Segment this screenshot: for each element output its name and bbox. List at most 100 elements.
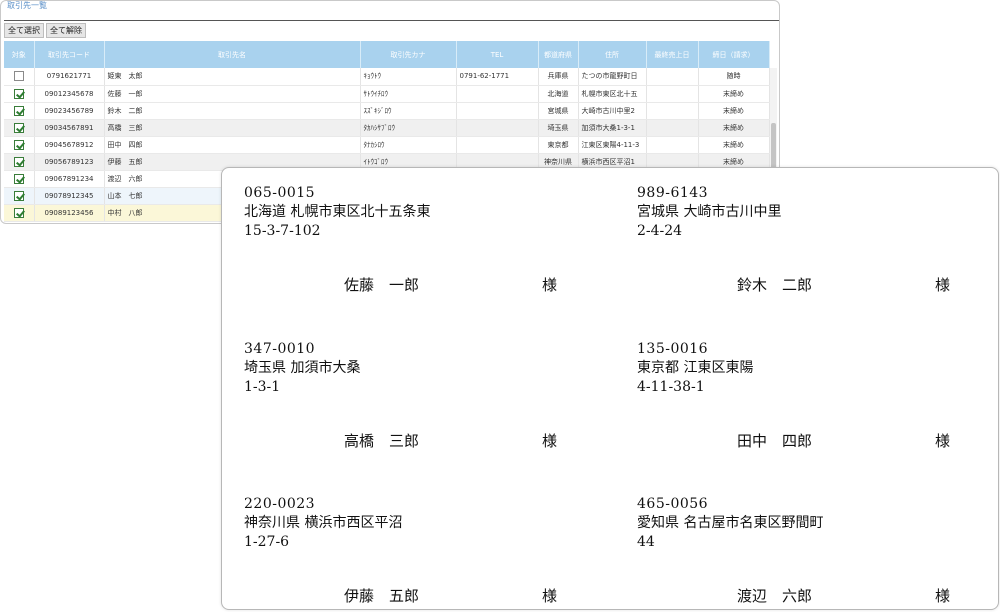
address-label: 465-0056 愛知県 名古屋市名東区野間町 44 渡辺 六郎 様 — [637, 495, 967, 605]
column-header-tel[interactable]: TEL — [456, 41, 539, 68]
recipient-name: 鈴木 二郎 — [737, 276, 813, 294]
honorific: 様 — [542, 276, 558, 294]
cell-code: 09023456789 — [34, 102, 105, 120]
cell-name: 鈴木 二郎 — [104, 102, 361, 120]
recipient-name: 田中 四郎 — [737, 432, 813, 450]
cell-kana: ﾀﾅｶｼﾛｳ — [360, 136, 457, 154]
recipient-name: 高橋 三郎 — [344, 432, 420, 450]
cell-last-sale — [646, 102, 699, 120]
cell-closing: 末締め — [698, 85, 770, 103]
column-header-name[interactable]: 取引先名 — [104, 41, 361, 68]
cell-closing: 末締め — [698, 119, 770, 137]
target-checkbox[interactable] — [13, 207, 24, 218]
table-row[interactable]: 09012345678 佐藤 一郎 ｻﾄｳｲﾁﾛｳ 北海道 札幌市東区北十五 末締め — [4, 85, 770, 103]
postal-code: 465-0056 — [637, 496, 709, 512]
recipient-name: 佐藤 一郎 — [344, 276, 420, 294]
column-header-closing[interactable]: 締日（請求） — [698, 41, 770, 68]
cell-address: 札幌市東区北十五 — [578, 85, 647, 103]
target-checkbox[interactable] — [13, 173, 24, 184]
cell-tel — [456, 102, 539, 120]
cell-name: 高橋 三郎 — [104, 119, 361, 137]
column-header-code[interactable]: 取引先コード — [34, 41, 105, 68]
cell-address: 江東区東陽4-11-3 — [578, 136, 647, 154]
honorific: 様 — [542, 432, 558, 450]
cell-prefecture: 北海道 — [538, 85, 579, 103]
honorific: 様 — [935, 432, 951, 450]
postal-code: 347-0010 — [244, 341, 316, 357]
postal-code: 989-6143 — [637, 185, 709, 201]
target-checkbox[interactable] — [13, 122, 24, 133]
address-line-1: 北海道 札幌市東区北十五条東 — [244, 204, 431, 220]
table-row[interactable]: 0791621771 姫東 太郎 ｷｮｳﾄｳ 0791-62-1771 兵庫県 たつの市龍… — [4, 68, 770, 86]
postal-code: 220-0023 — [244, 496, 316, 512]
cell-tel — [456, 85, 539, 103]
cell-prefecture: 兵庫県 — [538, 68, 579, 86]
postal-code: 065-0015 — [244, 185, 316, 201]
address-line-2: 4-11-38-1 — [637, 379, 705, 395]
cell-name: 姫東 太郎 — [104, 68, 361, 86]
address-line-2: 1-3-1 — [244, 379, 281, 395]
target-cell — [4, 170, 35, 188]
address-line-1: 宮城県 大崎市古川中里 — [637, 204, 782, 220]
recipient-name: 伊藤 五郎 — [344, 587, 420, 605]
table-row[interactable]: 09045678912 田中 四郎 ﾀﾅｶｼﾛｳ 東京都 江東区東陽4-11-3 末締め — [4, 136, 770, 154]
cell-tel — [456, 119, 539, 137]
recipient-name: 渡辺 六郎 — [737, 587, 813, 605]
target-cell — [4, 204, 35, 222]
target-checkbox[interactable] — [13, 190, 24, 201]
select-all-button[interactable]: 全て選択 — [4, 23, 44, 38]
honorific: 様 — [935, 276, 951, 294]
cell-tel — [456, 136, 539, 154]
table-header-row: 対象 取引先コード 取引先名 取引先カナ TEL 都道府県 住所 最終売上日 締… — [4, 41, 770, 68]
column-header-target[interactable]: 対象 — [4, 41, 35, 68]
target-checkbox[interactable] — [13, 105, 24, 116]
target-cell — [4, 102, 35, 120]
window-title: 取引先一覧 — [7, 1, 47, 10]
column-header-address[interactable]: 住所 — [578, 41, 647, 68]
cell-last-sale — [646, 85, 699, 103]
cell-tel: 0791-62-1771 — [456, 68, 539, 86]
target-cell — [4, 119, 35, 137]
toolbar: 全て選択 全て解除 — [4, 20, 779, 40]
cell-code: 09012345678 — [34, 85, 105, 103]
cell-code: 09089123456 — [34, 204, 105, 222]
table-row[interactable]: 09023456789 鈴木 二郎 ｽｽﾞｷｼﾞﾛｳ 宮城県 大崎市古川中里2 末締め — [4, 102, 770, 120]
cell-code: 09045678912 — [34, 136, 105, 154]
address-line-2: 44 — [637, 534, 655, 550]
address-label: 989-6143 宮城県 大崎市古川中里 2-4-24 鈴木 二郎 様 — [637, 184, 967, 294]
cell-prefecture: 埼玉県 — [538, 119, 579, 137]
cell-code: 0791621771 — [34, 68, 105, 86]
address-label-preview: 065-0015 北海道 札幌市東区北十五条東 15-3-7-102 佐藤 一郎様 98… — [221, 167, 999, 610]
address-line-2: 2-4-24 — [637, 223, 683, 239]
column-header-kana[interactable]: 取引先カナ — [360, 41, 457, 68]
table-row[interactable]: 09034567891 高橋 三郎 ﾀｶﾊｼｻﾌﾞﾛｳ 埼玉県 加須市大桑1-3-1 末締… — [4, 119, 770, 137]
target-checkbox[interactable] — [13, 139, 24, 150]
cell-closing: 末締め — [698, 102, 770, 120]
deselect-all-button[interactable]: 全て解除 — [46, 23, 86, 38]
address-label: 135-0016 東京都 江東区東陽 4-11-38-1 田中 四郎 様 — [637, 340, 967, 450]
address-label: 220-0023 神奈川県 横浜市西区平沼 1-27-6 伊藤 五郎 様 — [244, 495, 574, 605]
target-cell — [4, 68, 35, 86]
column-header-prefecture[interactable]: 都道府県 — [538, 41, 579, 68]
address-line-2: 15-3-7-102 — [244, 223, 321, 239]
cell-prefecture: 東京都 — [538, 136, 579, 154]
cell-address: たつの市龍野町日 — [578, 68, 647, 86]
address-line-1: 東京都 江東区東陽 — [637, 360, 754, 376]
target-cell — [4, 187, 35, 205]
honorific: 様 — [542, 587, 558, 605]
address-line-1: 神奈川県 横浜市西区平沼 — [244, 515, 403, 531]
postal-code: 135-0016 — [637, 341, 709, 357]
cell-name: 佐藤 一郎 — [104, 85, 361, 103]
target-checkbox[interactable] — [13, 88, 24, 99]
column-header-last-sale[interactable]: 最終売上日 — [646, 41, 699, 68]
cell-kana: ｷｮｳﾄｳ — [360, 68, 457, 86]
target-checkbox[interactable] — [13, 156, 24, 167]
address-line-1: 愛知県 名古屋市名東区野間町 — [637, 515, 824, 531]
cell-last-sale — [646, 119, 699, 137]
cell-closing: 随時 — [698, 68, 770, 86]
cell-kana: ｽｽﾞｷｼﾞﾛｳ — [360, 102, 457, 120]
target-checkbox[interactable] — [13, 71, 24, 82]
cell-code: 09078912345 — [34, 187, 105, 205]
target-cell — [4, 153, 35, 171]
cell-address: 加須市大桑1-3-1 — [578, 119, 647, 137]
